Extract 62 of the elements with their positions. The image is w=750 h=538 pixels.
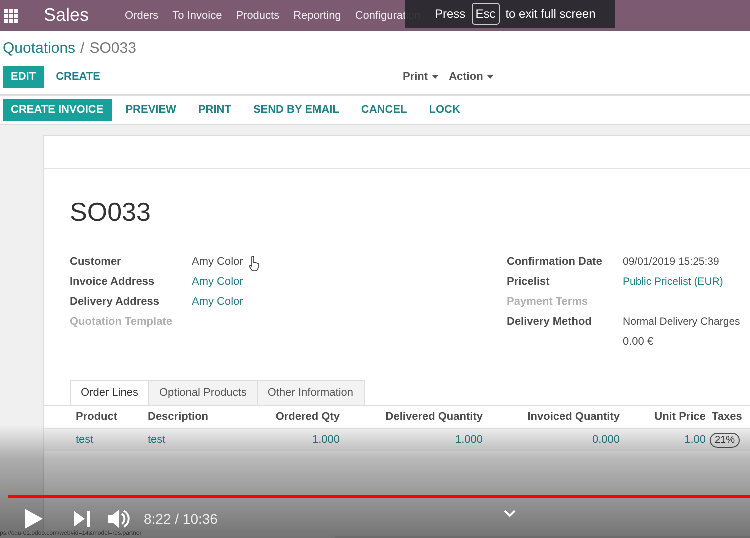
status-button[interactable]: SEND BY EMAIL (245, 99, 348, 121)
column-header: Invoiced Quantity (526, 411, 620, 423)
status-button[interactable]: PREVIEW (118, 99, 184, 121)
field-value: 0.00 € (623, 336, 654, 348)
table-cell-text: 1.000 (311, 434, 340, 446)
field-link[interactable]: Public Pricelist (EUR) (623, 276, 724, 288)
table-cell-text: 1.000 (454, 434, 483, 446)
field-label: Pricelist (507, 276, 550, 288)
table-cell-text: 0.000 (591, 434, 620, 446)
notebook-tab[interactable]: Order Lines (70, 380, 150, 405)
key-label: Esc (472, 3, 500, 25)
field-label: Delivery Method (507, 316, 592, 328)
table-cell-text: test (148, 434, 167, 446)
field-link[interactable]: Amy Color (192, 296, 244, 308)
field-label: Invoice Address (70, 276, 155, 288)
status-button[interactable]: CANCEL (353, 99, 416, 121)
field-value: Amy Color (192, 256, 244, 268)
next-icon[interactable] (74, 511, 90, 527)
volume-icon[interactable] (108, 508, 130, 530)
apps-grid-icon[interactable] (4, 8, 18, 22)
status-button[interactable]: CREATE INVOICE (3, 99, 112, 121)
menu-item[interactable]: Reporting (294, 10, 342, 22)
breadcrumb-separator: / (80, 40, 85, 57)
field-value: Normal Delivery Charges (623, 316, 740, 328)
column-header: Taxes (711, 411, 744, 423)
hint-text: to exit full screen (506, 7, 596, 21)
field-label: Payment Terms (507, 296, 588, 308)
field-label: Customer (70, 256, 122, 268)
tax-tag: 21% (710, 432, 740, 448)
caret-icon (487, 75, 494, 79)
menu-item[interactable]: To Invoice (172, 10, 222, 22)
column-header: Unit Price (654, 411, 706, 423)
action-button[interactable]: EDIT (3, 66, 44, 88)
breadcrumb-current: SO033 (90, 40, 136, 57)
hint-text: Press (435, 7, 466, 21)
column-header: Ordered Qty (274, 411, 340, 423)
app-name: Sales (44, 5, 90, 26)
field-link[interactable]: Amy Color (192, 276, 244, 288)
menu-item[interactable]: Products (236, 10, 280, 22)
dropdown-label[interactable]: Print (403, 71, 428, 83)
record-title: SO033 (70, 197, 152, 228)
field-label: Confirmation Date (507, 256, 602, 268)
breadcrumb-link[interactable]: Quotations (3, 40, 76, 57)
column-header: Description (148, 411, 210, 423)
action-button[interactable]: CREATE (48, 66, 108, 88)
table-cell-text: 1.00 (684, 434, 706, 446)
column-header: Product (76, 411, 119, 423)
status-button[interactable]: PRINT (190, 99, 240, 121)
hand-cursor-icon (248, 256, 260, 272)
field-value: 09/01/2019 15:25:39 (623, 256, 720, 268)
field-label: Delivery Address (70, 296, 160, 308)
caret-icon (432, 75, 440, 79)
menu-item[interactable]: Orders (125, 10, 159, 22)
status-button[interactable]: LOCK (421, 99, 468, 121)
notebook-tab[interactable]: Optional Products (148, 380, 258, 405)
column-header: Delivered Quantity (384, 411, 483, 423)
notebook-tab[interactable]: Other Information (256, 380, 365, 405)
chevron-icon[interactable] (504, 510, 516, 518)
table-cell-text: test (76, 434, 95, 446)
field-label: Quotation Template (70, 316, 172, 328)
dropdown-label[interactable]: Action (449, 71, 484, 83)
video-time: 8:22 / 10:36 (144, 511, 218, 527)
